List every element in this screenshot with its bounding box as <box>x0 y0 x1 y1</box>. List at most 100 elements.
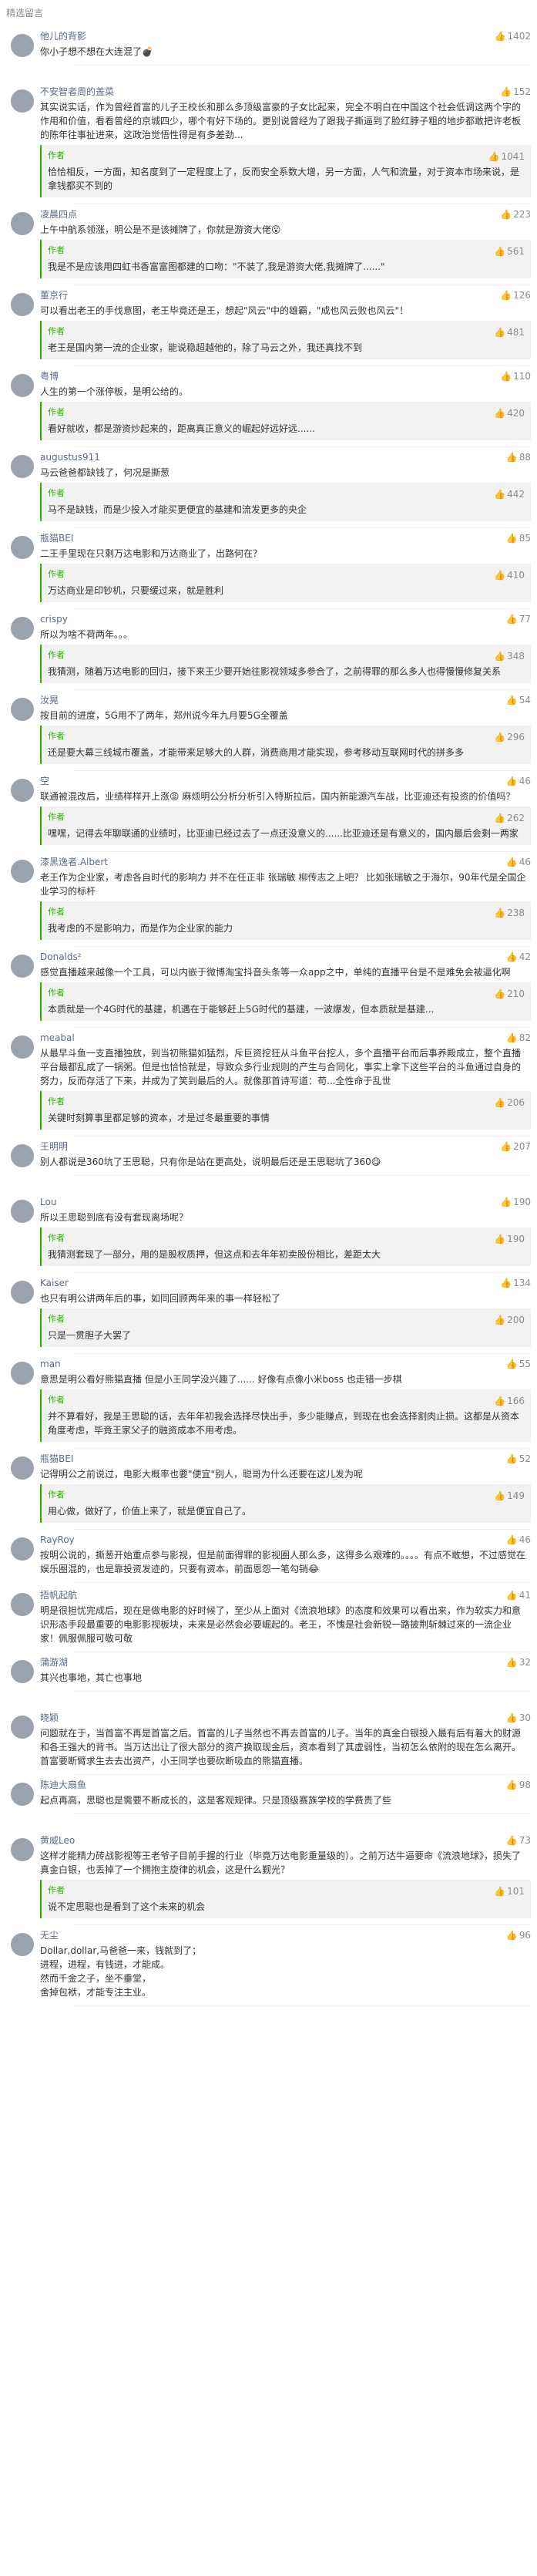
avatar[interactable] <box>11 1660 34 1683</box>
like-button[interactable]: 👍 126 <box>500 288 531 302</box>
comment-username[interactable]: 瓶猫BEI <box>40 1452 73 1466</box>
comment-username[interactable]: RayRoy <box>40 1533 75 1547</box>
avatar[interactable] <box>11 1933 34 1956</box>
avatar[interactable] <box>11 779 34 802</box>
avatar[interactable] <box>11 955 34 978</box>
comment-username[interactable]: Lou <box>40 1195 56 1209</box>
avatar[interactable] <box>11 374 34 397</box>
avatar[interactable] <box>11 1281 34 1304</box>
comment-text: 记得明公之前说过，电影大概率也要"便宜"别人，聪哥为什么还要在这儿发为呢 <box>40 1469 364 1480</box>
like-button[interactable]: 👍 32 <box>506 1655 531 1669</box>
avatar[interactable] <box>11 34 34 57</box>
avatar[interactable] <box>11 617 34 640</box>
like-button[interactable]: 👍 88 <box>506 450 531 464</box>
like-button[interactable]: 👍 52 <box>506 1452 531 1466</box>
like-button[interactable]: 👍 46 <box>506 774 531 788</box>
author-reply: 作者 👍 210 本质就是一个4G时代的基建，机遇在于能够赶上5G时代的基建，一波… <box>40 982 531 1021</box>
reply-like-button[interactable]: 👍 410 <box>494 568 525 582</box>
like-button[interactable]: 👍 96 <box>506 1928 531 1942</box>
like-button[interactable]: 👍 55 <box>506 1357 531 1371</box>
like-button[interactable]: 👍 85 <box>506 531 531 545</box>
avatar[interactable] <box>11 293 34 316</box>
avatar[interactable] <box>11 1362 34 1385</box>
comment-username[interactable]: 汝晃 <box>40 693 59 707</box>
like-button[interactable]: 👍 54 <box>506 693 531 707</box>
like-button[interactable]: 👍 82 <box>506 1031 531 1045</box>
thumb-up-icon: 👍 <box>494 1315 506 1325</box>
comment-username[interactable]: 陈迪大扇鱼 <box>40 1778 86 1792</box>
reply-like-button[interactable]: 👍 166 <box>494 1394 525 1408</box>
reply-like-button[interactable]: 👍 149 <box>494 1489 525 1503</box>
like-button[interactable]: 👍 73 <box>506 1834 531 1847</box>
reply-like-button[interactable]: 👍 348 <box>494 649 525 663</box>
comment-username[interactable]: 粤博 <box>40 369 59 383</box>
reply-like-button[interactable]: 👍 561 <box>494 244 525 258</box>
comment-username[interactable]: Donalds² <box>40 950 82 964</box>
avatar[interactable] <box>11 1593 34 1616</box>
avatar[interactable] <box>11 1783 34 1806</box>
reply-like-count: 190 <box>507 1234 525 1244</box>
comment-username[interactable]: 董京行 <box>40 288 68 302</box>
like-button[interactable]: 👍 152 <box>500 85 531 99</box>
comment-username[interactable]: 黄威Leo <box>40 1834 75 1847</box>
like-button[interactable]: 👍 190 <box>500 1195 531 1209</box>
comment-item: 他儿的背影 👍 1402 你小子想不想在大连混了💣 <box>6 26 531 82</box>
comment-username[interactable]: 空 <box>40 774 49 788</box>
like-button[interactable]: 👍 41 <box>506 1588 531 1602</box>
reply-like-button[interactable]: 👍 481 <box>494 325 525 339</box>
comment-username[interactable]: 晓颖 <box>40 1711 59 1725</box>
comment-username[interactable]: 蒲游湖 <box>40 1655 68 1669</box>
comment-username[interactable]: augustus911 <box>40 450 100 464</box>
comment-username[interactable]: 不安智者周的盖菜 <box>40 85 114 99</box>
avatar[interactable] <box>11 1456 34 1480</box>
comment-username[interactable]: man <box>40 1357 61 1371</box>
like-button[interactable]: 👍 42 <box>506 950 531 964</box>
like-button[interactable]: 👍 207 <box>500 1140 531 1153</box>
reply-like-button[interactable]: 👍 200 <box>494 1313 525 1327</box>
reply-like-button[interactable]: 👍 190 <box>494 1232 525 1246</box>
reply-like-button[interactable]: 👍 206 <box>494 1096 525 1110</box>
comment-username[interactable]: 漆黑逸者.Albert <box>40 855 108 869</box>
like-button[interactable]: 👍 134 <box>500 1276 531 1290</box>
like-button[interactable]: 👍 98 <box>506 1778 531 1792</box>
avatar[interactable] <box>11 212 34 235</box>
avatar[interactable] <box>11 1838 34 1861</box>
comment-username[interactable]: 捂帆起航 <box>40 1588 77 1602</box>
avatar[interactable] <box>11 1200 34 1223</box>
divider <box>74 65 531 66</box>
comment-username[interactable]: 无尘 <box>40 1928 59 1942</box>
like-button[interactable]: 👍 1402 <box>495 29 532 43</box>
reply-text: 用心做，做好了，价值上来了，就是便宜自己了。 <box>48 1506 252 1517</box>
avatar[interactable] <box>11 1537 34 1561</box>
reply-like-button[interactable]: 👍 210 <box>494 987 525 1001</box>
like-button[interactable]: 👍 30 <box>506 1711 531 1725</box>
like-button[interactable]: 👍 46 <box>506 1533 531 1547</box>
reply-like-button[interactable]: 👍 296 <box>494 730 525 744</box>
comment-item: 陈迪大扇鱼 👍 98 起点再高，思聪也是需要不断成长的，这是客观规律。只是顶级赛族… <box>6 1775 531 1830</box>
reply-like-button[interactable]: 👍 101 <box>494 1884 525 1898</box>
avatar[interactable] <box>11 1035 34 1059</box>
avatar[interactable] <box>11 1144 34 1167</box>
like-button[interactable]: 👍 110 <box>500 369 531 383</box>
avatar[interactable] <box>11 89 34 113</box>
avatar[interactable] <box>11 1716 34 1739</box>
comment-username[interactable]: 他儿的背影 <box>40 29 86 43</box>
like-button[interactable]: 👍 223 <box>500 207 531 221</box>
avatar[interactable] <box>11 698 34 721</box>
avatar[interactable] <box>11 455 34 478</box>
reply-like-button[interactable]: 👍 238 <box>494 906 525 920</box>
comment-username[interactable]: 王明明 <box>40 1140 68 1153</box>
comment-username[interactable]: crispy <box>40 612 68 626</box>
comment-username[interactable]: Kaiser <box>40 1276 69 1290</box>
reply-like-button[interactable]: 👍 442 <box>494 487 525 501</box>
like-button[interactable]: 👍 46 <box>506 855 531 869</box>
reply-like-button[interactable]: 👍 262 <box>494 811 525 825</box>
avatar[interactable] <box>11 860 34 883</box>
avatar[interactable] <box>11 536 34 559</box>
reply-like-button[interactable]: 👍 1041 <box>488 150 525 163</box>
comment-username[interactable]: 瓶猫BEI <box>40 531 73 545</box>
like-button[interactable]: 👍 77 <box>506 612 531 626</box>
reply-like-button[interactable]: 👍 420 <box>494 406 525 420</box>
comment-username[interactable]: 凌晨四点 <box>40 207 77 221</box>
comment-username[interactable]: meabal <box>40 1031 75 1045</box>
